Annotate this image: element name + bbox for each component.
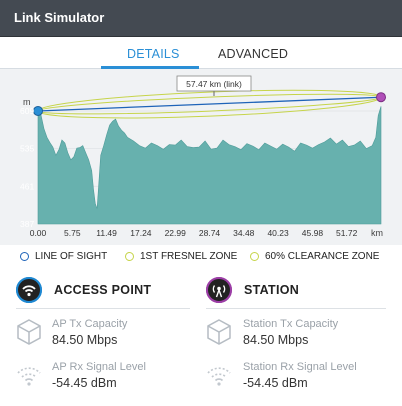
y-tick-label: 461 (20, 181, 34, 191)
station-rx-value: -54.45 dBm (243, 376, 308, 390)
profile-svg: 609535461387 0.00 5.75 11.49 17.24 22.99 28.7… (20, 75, 386, 238)
cube-icon (206, 318, 232, 351)
ap-rx-value: -54.45 dBm (52, 376, 117, 390)
window-title: Link Simulator (14, 10, 105, 25)
x-tick-label: 11.49 (96, 228, 117, 238)
legend-clearance: 60% CLEARANCE ZONE (250, 251, 379, 262)
station-rx-signal: Station Rx Signal Level -54.45 dBm (243, 361, 357, 390)
chart-legend: LINE OF SIGHT 1ST FRESNEL ZONE 60% CLEAR… (0, 246, 402, 268)
ap-rx-signal: AP Rx Signal Level -54.45 dBm (52, 361, 146, 390)
tab-bar: DETAILS ADVANCED (0, 37, 402, 69)
x-tick-label: 45.98 (302, 228, 324, 238)
station-title: STATION (244, 283, 300, 297)
tab-details[interactable]: DETAILS (127, 47, 180, 61)
access-point-header: ACCESS POINT (16, 277, 151, 303)
ap-tx-capacity: AP Tx Capacity 84.50 Mbps (52, 318, 127, 347)
x-tick-label: 22.99 (165, 228, 187, 238)
x-axis-unit: km (371, 228, 383, 238)
ap-endpoint-marker (33, 105, 43, 116)
signal-wifi-icon (16, 365, 42, 392)
x-tick-label: 34.48 (233, 228, 255, 238)
station-rx-label: Station Rx Signal Level (243, 361, 357, 373)
tab-advanced[interactable]: ADVANCED (218, 47, 288, 61)
station-tx-value: 84.50 Mbps (243, 333, 309, 347)
clearance-dot-icon (250, 252, 259, 261)
link-profile-chart: 609 535 461 387 0.00 5.75 11.49 17.24 22.99 28.7… (0, 69, 402, 245)
terrain-area (37, 106, 382, 225)
x-tick-label: 51.72 (336, 228, 358, 238)
legend-label: 1ST FRESNEL ZONE (140, 251, 238, 262)
x-tick-label: 5.75 (64, 228, 81, 238)
x-tick-label: 0.00 (30, 228, 47, 238)
station-tx-label: Station Tx Capacity (243, 318, 339, 330)
line-of-sight-dot-icon (20, 252, 29, 261)
ap-divider (16, 308, 190, 309)
station-header: STATION (206, 277, 299, 303)
station-divider (206, 308, 386, 309)
x-tick-label: 40.23 (267, 228, 289, 238)
cube-icon (16, 318, 42, 351)
ap-rx-label: AP Rx Signal Level (52, 361, 146, 373)
station-tx-capacity: Station Tx Capacity 84.50 Mbps (243, 318, 338, 347)
legend-label: 60% CLEARANCE ZONE (265, 251, 380, 262)
station-endpoint-marker (376, 92, 386, 103)
wifi-icon (16, 277, 42, 303)
station-antenna-icon (206, 277, 232, 303)
y-tick-label: 609 (20, 106, 34, 116)
x-tick-label: 17.24 (130, 228, 152, 238)
link-distance-label: 57.47 km (link) (186, 79, 242, 89)
fresnel-dot-icon (125, 252, 134, 261)
legend-label: LINE OF SIGHT (35, 251, 108, 262)
ap-tx-label: AP Tx Capacity (52, 318, 128, 330)
signal-wifi-icon (206, 365, 232, 392)
ap-tx-value: 84.50 Mbps (52, 333, 118, 347)
y-axis-unit: m (23, 97, 31, 107)
title-bar: Link Simulator (0, 0, 402, 37)
x-tick-label: 28.74 (199, 228, 221, 238)
legend-fresnel: 1ST FRESNEL ZONE (125, 251, 237, 262)
legend-line-of-sight: LINE OF SIGHT (20, 251, 107, 262)
access-point-title: ACCESS POINT (54, 283, 152, 297)
y-tick-label: 535 (20, 144, 34, 154)
